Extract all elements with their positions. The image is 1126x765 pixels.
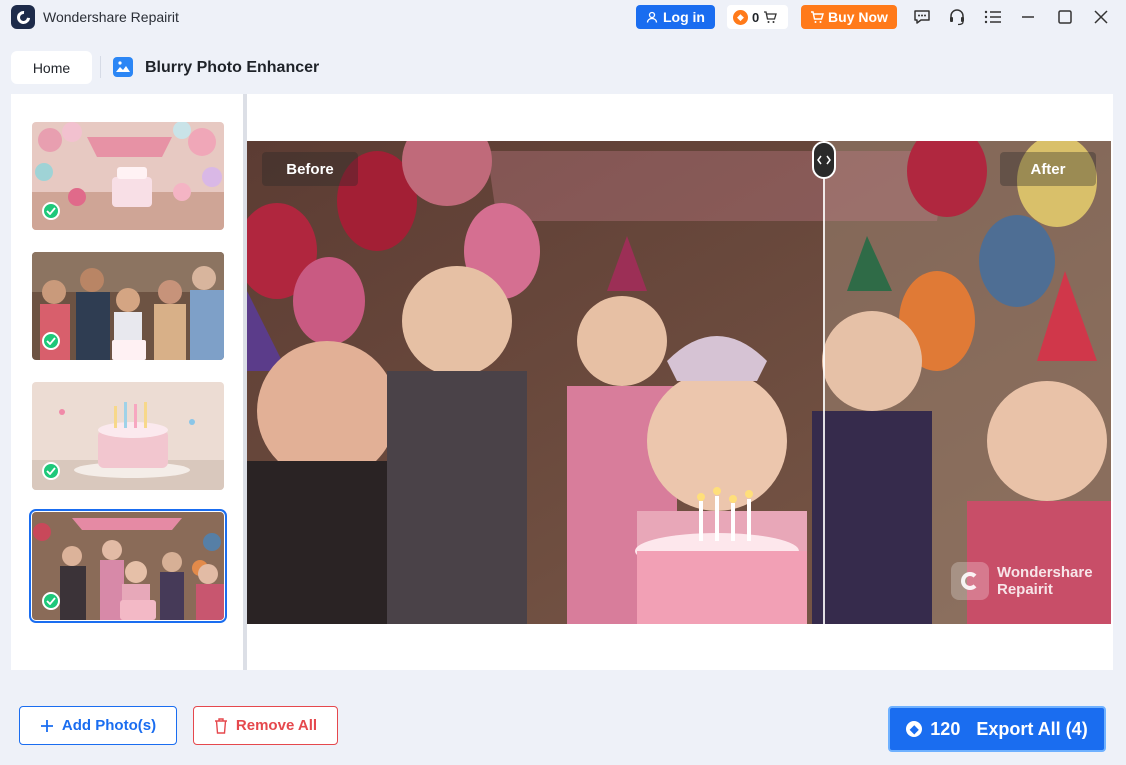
close-icon[interactable] bbox=[1090, 6, 1112, 28]
thumbnail-item[interactable] bbox=[32, 382, 224, 490]
user-icon bbox=[646, 11, 658, 23]
export-all-label: Export All (4) bbox=[976, 718, 1088, 739]
watermark-line-1: Wondershare bbox=[997, 564, 1093, 581]
comparison-divider-line[interactable] bbox=[823, 141, 825, 624]
photo-enhancer-icon bbox=[113, 57, 133, 77]
login-label: Log in bbox=[663, 9, 705, 25]
before-label: Before bbox=[262, 152, 358, 186]
buy-now-label: Buy Now bbox=[828, 9, 888, 25]
thumbnail-sidebar bbox=[11, 94, 243, 670]
buy-now-button[interactable]: Buy Now bbox=[801, 5, 897, 29]
thumbnail-item[interactable] bbox=[32, 252, 224, 360]
thumbnail-image bbox=[32, 122, 224, 230]
login-button[interactable]: Log in bbox=[636, 5, 715, 29]
remove-all-label: Remove All bbox=[235, 717, 318, 734]
thumbnail-item[interactable] bbox=[32, 122, 224, 230]
support-headset-icon[interactable] bbox=[946, 6, 968, 28]
birthday-party-photo bbox=[247, 141, 1111, 624]
tab-home[interactable]: Home bbox=[11, 51, 92, 84]
remove-all-button[interactable]: Remove All bbox=[193, 706, 338, 745]
app-title: Wondershare Repairit bbox=[43, 9, 179, 25]
coin-icon: ◆ bbox=[733, 9, 748, 25]
maximize-icon[interactable] bbox=[1054, 6, 1076, 28]
watermark: Wondershare Repairit bbox=[951, 562, 1093, 600]
thumbnail-image bbox=[32, 382, 224, 490]
breadcrumb-divider bbox=[100, 56, 101, 78]
thumbnail-item-selected[interactable] bbox=[29, 509, 227, 623]
drag-arrows-icon bbox=[817, 155, 831, 165]
cart-icon bbox=[811, 10, 824, 23]
menu-icon[interactable] bbox=[982, 6, 1004, 28]
chat-icon[interactable] bbox=[911, 6, 933, 28]
done-check-icon bbox=[42, 332, 60, 350]
export-all-button[interactable]: ◆ 120 Export All (4) bbox=[888, 706, 1106, 752]
comparison-image[interactable] bbox=[247, 141, 1111, 624]
done-check-icon bbox=[42, 202, 60, 220]
comparison-slider-handle[interactable] bbox=[812, 141, 836, 179]
after-label: After bbox=[1000, 152, 1096, 186]
thumbnail-image bbox=[32, 252, 224, 360]
credits-indicator[interactable]: ◆ 0 bbox=[727, 5, 788, 29]
tool-title: Blurry Photo Enhancer bbox=[145, 59, 320, 76]
plus-icon bbox=[40, 719, 53, 732]
thumbnail-image bbox=[32, 512, 224, 620]
title-bar: Wondershare Repairit Log in ◆ 0 Buy Now bbox=[0, 0, 1126, 36]
export-credits: 120 bbox=[930, 718, 961, 739]
credit-coin-icon: ◆ bbox=[906, 721, 923, 737]
add-photos-label: Add Photo(s) bbox=[61, 717, 157, 734]
cart-icon bbox=[764, 10, 778, 23]
done-check-icon bbox=[42, 462, 60, 480]
done-check-icon bbox=[42, 592, 60, 610]
credits-count: 0 bbox=[752, 9, 760, 25]
trash-icon bbox=[214, 717, 227, 734]
watermark-line-2: Repairit bbox=[997, 581, 1053, 598]
repairit-watermark-icon bbox=[951, 562, 989, 600]
repairit-logo-icon bbox=[11, 5, 35, 29]
add-photos-button[interactable]: Add Photo(s) bbox=[19, 706, 177, 745]
minimize-icon[interactable] bbox=[1017, 6, 1039, 28]
